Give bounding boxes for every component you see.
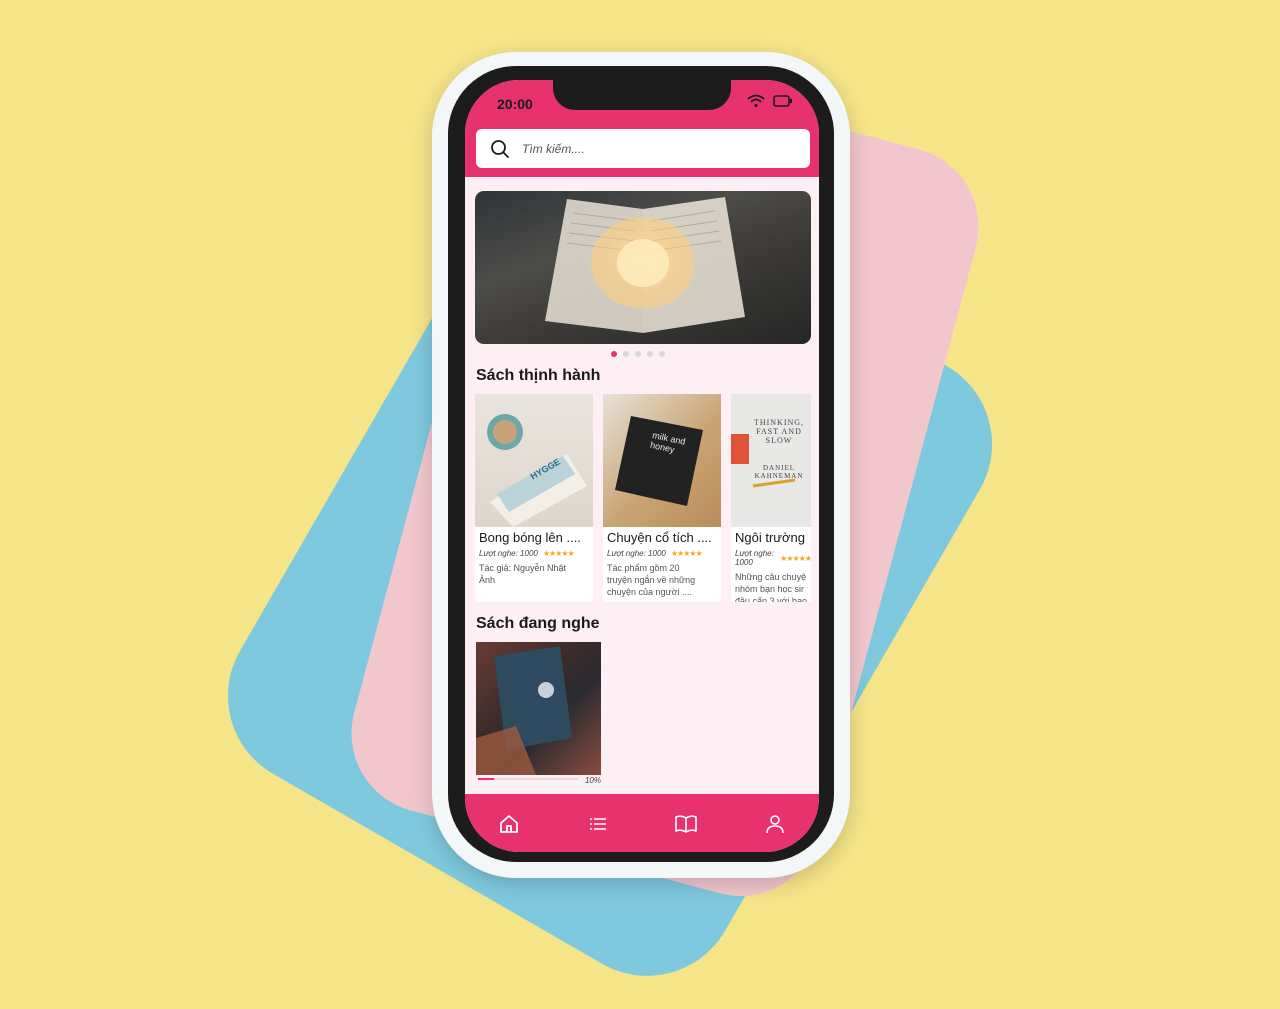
book-cover: THINKING, FAST AND SLOW DANIEL KAHNEMAN [731,394,811,527]
banner-dot[interactable] [635,351,641,357]
home-icon [500,815,519,833]
banner-image[interactable] [475,191,811,344]
book-views: Lượt nghe: 1000 [607,549,666,558]
book-description: Những câu chuyệ nhóm bạn học sir đầu cấp… [735,572,807,602]
bottom-navigation [465,794,819,852]
banner-dot[interactable] [659,351,665,357]
book-description: Tác phẩm gồm 20 truyện ngắn về những chu… [607,563,696,597]
book-title: Ngôi trường [735,530,805,545]
book-cover-author: DANIEL KAHNEMAN [754,464,804,480]
book-description: Tác giả: Nguyễn Nhật Ánh [479,563,567,585]
open-book-illustration [545,197,745,333]
book-views: Lượt nghe: 1000 [735,549,774,567]
book-title: Bong bóng lên .... [479,530,581,545]
banner-dot[interactable] [647,351,653,357]
book-icon [675,815,698,833]
book-cover: HYGGE [475,394,593,527]
book-meta: Lượt nghe: 1000 ★★★★★ [479,549,593,558]
listening-progress-label: 10% [584,776,601,785]
book-meta: Lượt nghe: 1000 ★★★★★ [735,549,811,567]
phone-notch [553,80,731,110]
book-cover: milk and honey [603,394,721,527]
banner-dot[interactable] [611,351,617,357]
app-screen: 20:00 Tìm kiếm.... Sách thịnh hành HYGGE… [465,80,819,852]
rating-stars-icon: ★★★★★ [780,553,811,563]
book-title: Chuyện cổ tích .... [607,530,712,545]
nav-profile[interactable] [763,812,787,836]
nav-library[interactable] [674,812,698,836]
search-icon [491,139,509,158]
banner-dot[interactable] [623,351,629,357]
wifi-icon [747,94,765,108]
listening-book-card[interactable]: 10% [476,642,601,787]
rating-stars-icon: ★★★★★ [542,549,575,558]
status-icons [747,94,793,108]
section-title-listening: Sách đang nghe [476,615,600,632]
rating-stars-icon: ★★★★★ [670,549,703,558]
app-header: 20:00 Tìm kiếm.... [465,80,819,177]
user-icon [765,815,784,834]
nav-home[interactable] [497,812,521,836]
search-input[interactable]: Tìm kiếm.... [522,142,585,156]
book-card[interactable]: milk and honey Chuyện cổ tích .... Lượt … [603,394,721,602]
book-card[interactable]: HYGGE Bong bóng lên .... Lượt nghe: 1000… [475,394,593,602]
book-views: Lượt nghe: 1000 [479,549,538,558]
book-meta: Lượt nghe: 1000 ★★★★★ [607,549,721,558]
banner-pagination [611,351,665,357]
section-title-trending: Sách thịnh hành [476,367,601,384]
listening-book-cover [476,642,601,775]
search-bar[interactable]: Tìm kiếm.... [476,129,810,168]
status-time: 20:00 [497,96,533,112]
book-cover-title: THINKING, FAST AND SLOW [753,418,805,445]
listening-progress-bar [478,778,494,780]
battery-icon [773,95,792,107]
nav-list[interactable] [586,812,610,836]
list-icon [589,818,606,830]
book-card[interactable]: THINKING, FAST AND SLOW DANIEL KAHNEMAN … [731,394,811,602]
